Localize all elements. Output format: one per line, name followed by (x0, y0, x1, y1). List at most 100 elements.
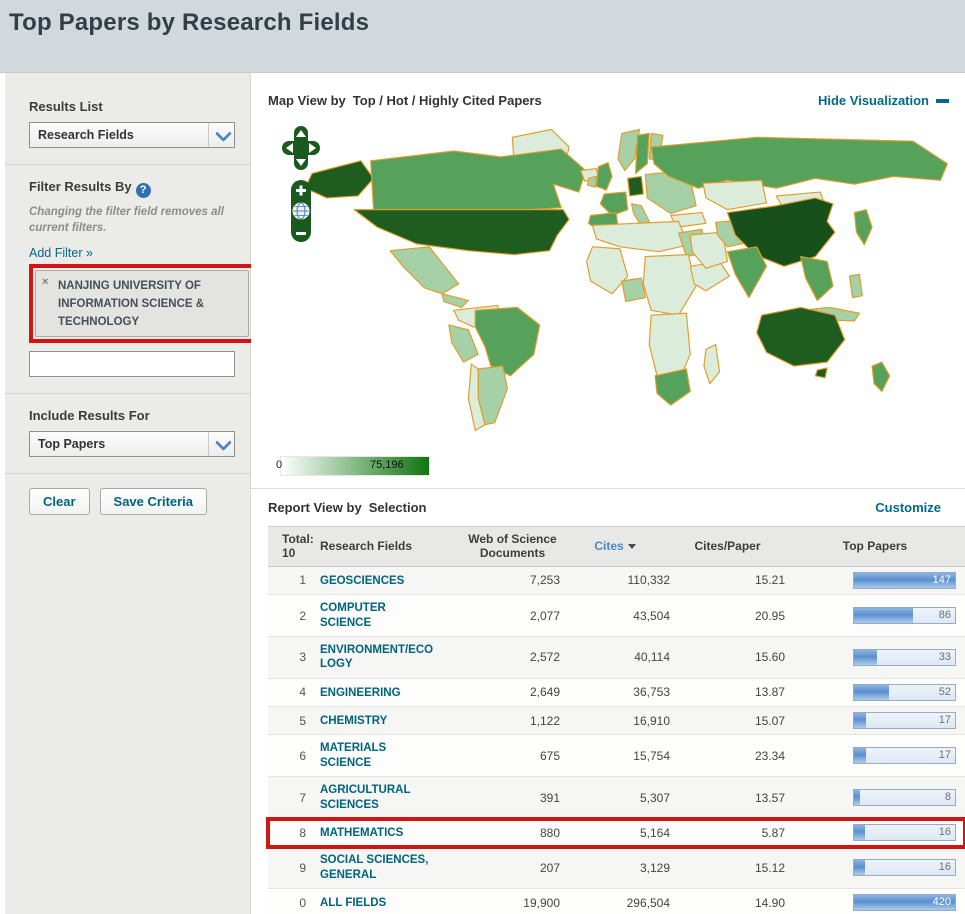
row-cites-per-paper: 15.07 (754, 713, 785, 728)
add-filter-link[interactable]: Add Filter » (29, 246, 93, 260)
top-papers-bar-fill (854, 825, 866, 841)
map-controls (280, 124, 322, 289)
region-ireland[interactable] (587, 175, 598, 188)
zoom-in-icon[interactable] (299, 185, 303, 196)
top-papers-bar: 52 (853, 683, 956, 701)
row-field-link[interactable]: SOCIAL SCIENCES, GENERAL (320, 853, 436, 882)
row-cites-per-paper: 23.34 (754, 748, 785, 763)
table-row: 1 GEOSCIENCES 7,253 110,332 15.21 147 (268, 566, 965, 596)
row-cites: 40,114 (634, 650, 670, 665)
region-sweden[interactable] (634, 132, 650, 175)
region-russia[interactable] (650, 136, 948, 189)
region-usa[interactable] (353, 209, 570, 256)
row-docs: 391 (539, 790, 560, 805)
region-peru[interactable] (448, 324, 479, 363)
top-papers-bar-fill (854, 649, 878, 665)
region-new-zealand[interactable] (871, 361, 891, 393)
region-france[interactable] (599, 191, 629, 217)
chevron-down-icon[interactable] (208, 123, 234, 147)
region-uk[interactable] (595, 162, 613, 191)
row-field-link[interactable]: GEOSCIENCES (320, 574, 404, 588)
region-philippines[interactable] (849, 273, 863, 299)
filter-chip[interactable]: × NANJING UNIVERSITY OF INFORMATION SCIE… (35, 270, 249, 338)
region-central-america[interactable] (441, 293, 469, 308)
filter-input[interactable] (29, 351, 235, 378)
top-papers-bar: 147 (853, 571, 956, 589)
results-list-label: Results List (29, 99, 103, 114)
top-papers-value: 86 (938, 609, 951, 622)
filter-note: Changing the filter field removes all cu… (29, 206, 224, 234)
top-papers-bar: 8 (853, 789, 956, 807)
customize-link[interactable]: Customize (875, 500, 941, 515)
zoom-control[interactable] (291, 180, 311, 242)
chevron-down-icon[interactable] (208, 432, 234, 457)
row-cites: 16,910 (633, 713, 670, 728)
region-india[interactable] (726, 246, 768, 299)
choropleth-map[interactable] (268, 116, 962, 446)
globe-icon[interactable] (292, 202, 310, 220)
col-research-fields[interactable]: Research Fields (320, 539, 465, 553)
row-cites: 110,332 (627, 573, 671, 588)
app-header: Top Papers by Research Fields (0, 0, 965, 72)
remove-filter-icon[interactable]: × (42, 276, 48, 288)
top-papers-bar-fill (854, 713, 867, 729)
col-wos-documents[interactable]: Web of Science Documents (465, 532, 560, 561)
row-field-link[interactable]: MATHEMATICS (320, 826, 403, 840)
region-nigeria[interactable] (621, 277, 646, 303)
region-southeast-asia[interactable] (800, 255, 834, 302)
legend-max-label: 75,196 (370, 459, 404, 471)
row-field-link[interactable]: CHEMISTRY (320, 714, 387, 728)
include-results-value: Top Papers (38, 437, 106, 452)
row-rank: 8 (299, 825, 306, 840)
region-canada[interactable] (370, 148, 587, 211)
top-papers-value: 17 (938, 714, 951, 727)
col-cites-per-paper[interactable]: Cites/Paper (670, 539, 785, 553)
table-row: 9 SOCIAL SCIENCES, GENERAL 207 3,129 15.… (268, 847, 965, 890)
row-field-link[interactable]: MATERIALS SCIENCE (320, 741, 436, 770)
collapse-icon[interactable] (936, 98, 949, 103)
pan-control[interactable] (282, 126, 320, 170)
help-icon[interactable]: ? (135, 183, 151, 198)
sort-desc-icon (627, 544, 636, 550)
region-north-africa[interactable] (591, 220, 689, 253)
table-row: 3 ENVIRONMENT/ECOLOGY 2,572 40,114 15.60… (268, 636, 965, 679)
row-field-link[interactable]: ENGINEERING (320, 686, 401, 700)
report-table: Total: 10 Research Fields Web of Science… (266, 526, 965, 914)
region-west-africa[interactable] (586, 246, 629, 295)
save-criteria-button[interactable]: Save Criteria (99, 488, 208, 516)
region-central-africa[interactable] (642, 254, 697, 316)
region-japan[interactable] (853, 209, 873, 246)
divider (5, 393, 250, 395)
col-cites[interactable]: Cites (560, 539, 670, 553)
row-rank: 7 (299, 790, 306, 805)
region-madagascar[interactable] (703, 343, 721, 385)
row-field-link[interactable]: AGRICULTURAL SCIENCES (320, 783, 436, 812)
filter-results-label: Filter Results By? (29, 179, 234, 198)
region-south-africa[interactable] (654, 368, 691, 406)
table-row: 2 COMPUTER SCIENCE 2,077 43,504 20.95 86 (268, 595, 965, 637)
region-mexico[interactable] (389, 246, 460, 295)
include-results-dropdown[interactable]: Top Papers (29, 431, 235, 458)
region-brazil[interactable] (474, 306, 541, 377)
row-cites-per-paper: 15.12 (754, 860, 785, 875)
col-top-papers[interactable]: Top Papers (785, 539, 965, 553)
region-australia[interactable] (756, 306, 846, 367)
region-tasmania[interactable] (814, 367, 828, 379)
results-list-dropdown[interactable]: Research Fields (29, 122, 235, 148)
region-germany[interactable] (627, 175, 644, 197)
row-field-link[interactable]: COMPUTER SCIENCE (320, 601, 436, 630)
top-papers-bar: 33 (853, 648, 956, 666)
zoom-out-icon[interactable] (296, 232, 306, 235)
divider (5, 164, 250, 165)
row-field-link[interactable]: ALL FIELDS (320, 896, 386, 910)
include-results-label: Include Results For (29, 408, 150, 424)
clear-button[interactable]: Clear (29, 488, 90, 516)
top-papers-bar: 16 (853, 859, 956, 877)
row-docs: 880 (539, 825, 560, 840)
region-kazakhstan[interactable] (702, 179, 768, 211)
hide-visualization-link[interactable]: Hide Visualization (818, 93, 929, 108)
row-cites-per-paper: 20.95 (754, 608, 785, 623)
row-field-link[interactable]: ENVIRONMENT/ECOLOGY (320, 643, 436, 672)
table-row: 4 ENGINEERING 2,649 36,753 13.87 52 (268, 678, 965, 708)
divider (5, 473, 250, 475)
